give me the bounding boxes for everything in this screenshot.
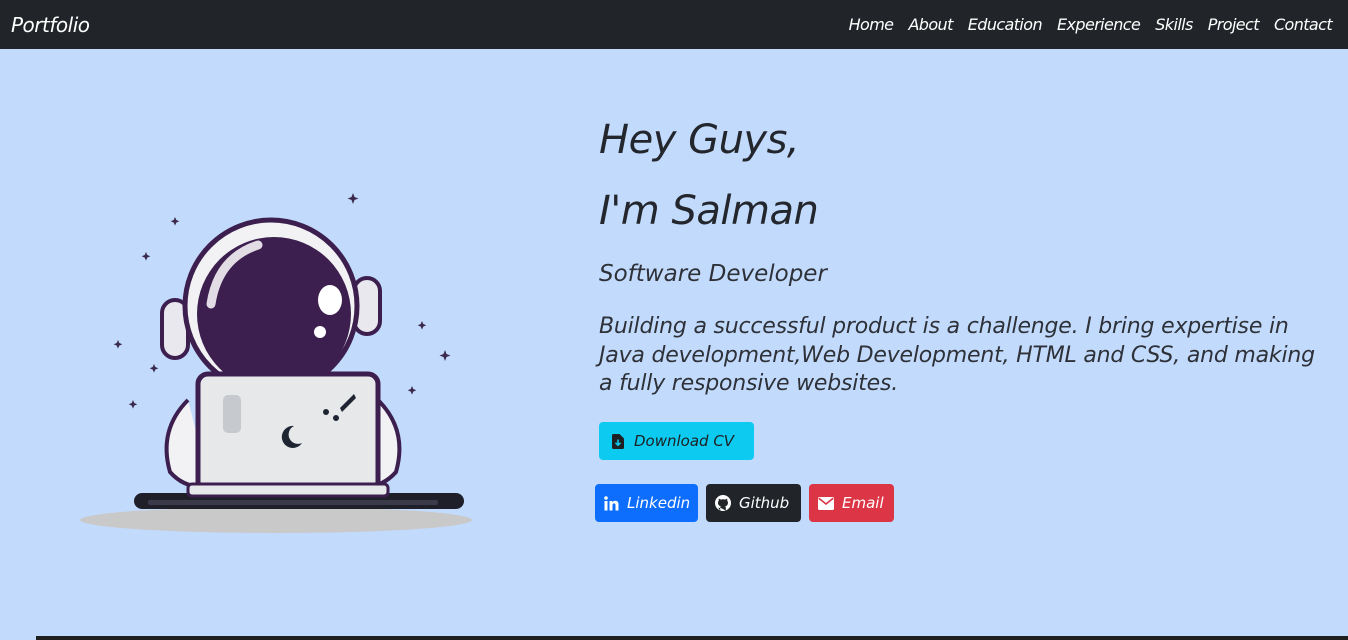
hero-text: Hey Guys, I'm Salman Software Developer … — [599, 112, 1329, 399]
astronaut-laptop-illustration — [80, 193, 472, 533]
linkedin-label: Linkedin — [627, 494, 691, 512]
bio-paragraph: Building a successful product is a chall… — [599, 314, 1315, 396]
github-button[interactable]: Github — [706, 484, 801, 522]
download-cv-label: Download CV — [634, 432, 735, 450]
nav-link-skills[interactable]: Skills — [1155, 15, 1193, 34]
nav-link-home[interactable]: Home — [849, 15, 894, 34]
name-heading: I'm Salman — [599, 188, 819, 234]
email-button[interactable]: Email — [809, 484, 894, 522]
brand-logo[interactable]: Portfolio — [11, 13, 90, 37]
download-cv-button[interactable]: Download CV — [599, 422, 754, 460]
envelope-icon — [818, 496, 834, 510]
github-label: Github — [739, 494, 790, 512]
nav-link-contact[interactable]: Contact — [1274, 15, 1333, 34]
file-download-icon — [612, 433, 624, 449]
role-subtitle: Software Developer — [599, 261, 827, 287]
nav-link-education[interactable]: Education — [968, 15, 1043, 34]
linkedin-icon — [604, 495, 619, 511]
linkedin-button[interactable]: Linkedin — [595, 484, 698, 522]
bottom-divider — [36, 636, 1348, 640]
nav-links: Home About Education Experience Skills P… — [849, 15, 1333, 34]
github-icon — [715, 495, 731, 511]
greeting-heading: Hey Guys, — [599, 117, 800, 163]
navbar: Portfolio Home About Education Experienc… — [0, 0, 1348, 49]
email-label: Email — [842, 494, 884, 512]
nav-link-experience[interactable]: Experience — [1057, 15, 1141, 34]
nav-link-about[interactable]: About — [908, 15, 953, 34]
nav-link-project[interactable]: Project — [1208, 15, 1260, 34]
